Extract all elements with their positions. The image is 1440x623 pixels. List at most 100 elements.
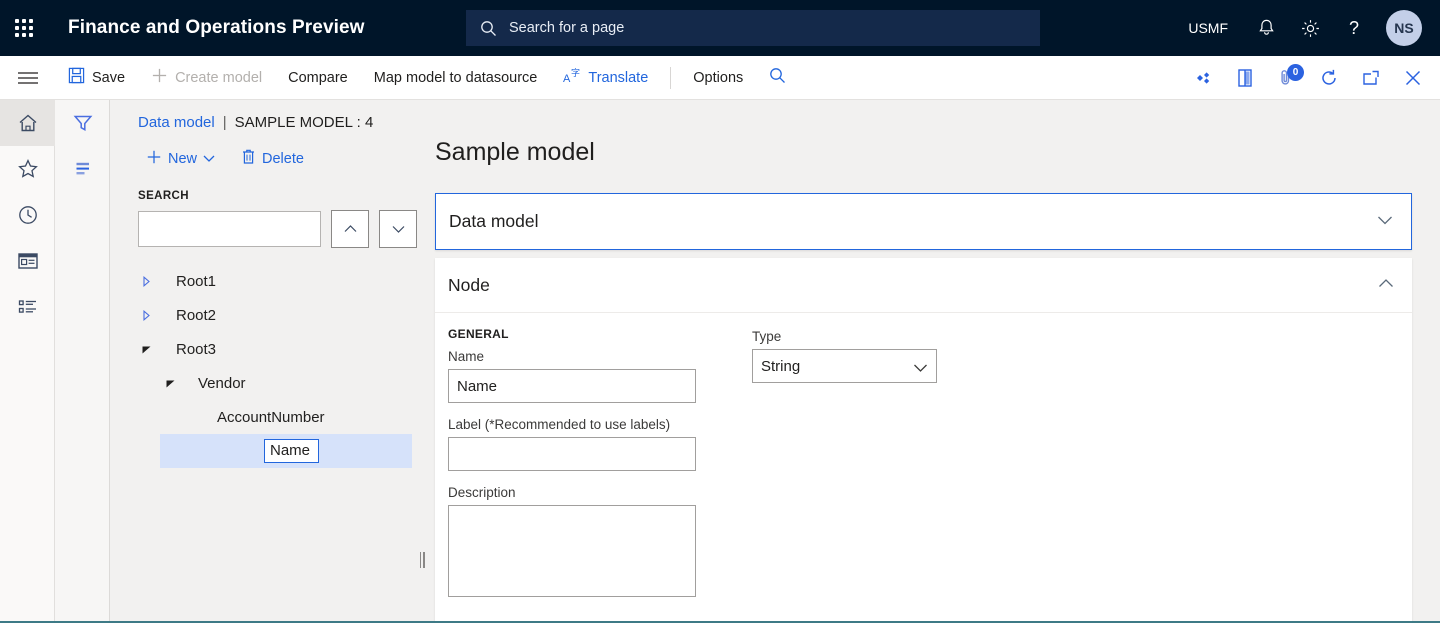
tree-row[interactable]: Root1	[110, 264, 435, 298]
label-input[interactable]	[448, 437, 696, 471]
search-section-label: SEARCH	[110, 174, 435, 202]
tree-leaf-spacer	[186, 400, 202, 434]
chevron-down-icon[interactable]	[162, 366, 178, 400]
panel-resize-handle[interactable]	[417, 551, 427, 569]
fasttab-data-model-header[interactable]: Data model	[436, 194, 1411, 249]
sidebar-item-workspaces[interactable]	[0, 238, 55, 284]
avatar[interactable]: NS	[1386, 10, 1422, 46]
tree-item-label: AccountNumber	[217, 409, 325, 426]
breadcrumb: Data model | SAMPLE MODEL : 4	[110, 100, 435, 131]
main-content-pane: Sample model Data model Node GE	[435, 100, 1440, 621]
close-icon[interactable]	[1392, 56, 1434, 100]
tree-row[interactable]: Vendor	[110, 366, 435, 400]
chevron-up-icon[interactable]	[1378, 276, 1394, 294]
office-icon[interactable]	[1224, 56, 1266, 100]
field-type: Type	[752, 329, 937, 383]
translate-label: Translate	[588, 70, 648, 86]
tree-item-name-editor[interactable]: Name	[264, 439, 319, 463]
breadcrumb-link-data-model[interactable]: Data model	[138, 114, 215, 131]
svg-text:?: ?	[1349, 18, 1359, 38]
gear-icon[interactable]	[1288, 0, 1332, 56]
attachments-badge: 0	[1287, 64, 1304, 81]
sidebar-item-favorites[interactable]	[0, 146, 55, 192]
fasttab-node-header[interactable]: Node	[435, 258, 1412, 313]
breadcrumb-divider: |	[223, 114, 227, 131]
sidebar-item-home[interactable]	[0, 100, 55, 146]
description-textarea[interactable]	[448, 505, 696, 597]
app-title: Finance and Operations Preview	[68, 17, 365, 39]
command-separator	[670, 67, 671, 89]
attachments-icon[interactable]: 0	[1266, 56, 1308, 100]
fasttab-title: Data model	[449, 211, 539, 232]
options-button[interactable]: Options	[680, 56, 756, 100]
tree-action-bar: New Delete	[110, 131, 435, 174]
tree-row[interactable]: AccountNumber	[110, 400, 435, 434]
left-navigation-rail	[0, 100, 55, 621]
search-input[interactable]	[138, 211, 321, 247]
node-form-right-column: Type	[752, 327, 937, 616]
field-description: Description	[448, 485, 696, 602]
chevron-down-icon	[203, 151, 215, 167]
create-model-label: Create model	[175, 70, 262, 86]
save-icon	[68, 67, 85, 88]
delete-label: Delete	[262, 151, 304, 167]
tree-search-row	[110, 202, 435, 248]
chevron-right-icon[interactable]	[138, 298, 154, 332]
help-icon[interactable]: ?	[1332, 0, 1376, 56]
filter-funnel-icon[interactable]	[55, 100, 110, 146]
plus-icon	[151, 67, 168, 88]
search-icon	[769, 67, 786, 88]
field-name: Name	[448, 349, 696, 403]
command-search-button[interactable]	[756, 56, 799, 100]
type-select[interactable]	[752, 349, 937, 383]
company-selector[interactable]: USMF	[1172, 20, 1244, 36]
top-nav-right-controls: USMF ? NS	[1172, 0, 1440, 56]
search-icon	[480, 20, 497, 37]
name-label: Name	[448, 349, 696, 364]
open-in-new-window-icon[interactable]	[1350, 56, 1392, 100]
tree-row[interactable]: Root3	[110, 332, 435, 366]
create-model-button: Create model	[138, 56, 275, 100]
search-next-button[interactable]	[379, 210, 417, 248]
related-info-icon[interactable]	[1182, 56, 1224, 100]
sidebar-item-modules[interactable]	[0, 284, 55, 330]
compare-label: Compare	[288, 70, 348, 86]
options-label: Options	[693, 70, 743, 86]
name-input[interactable]	[448, 369, 696, 403]
tree-row[interactable]: Name	[160, 434, 412, 468]
field-label: Label (*Recommended to use labels)	[448, 417, 696, 471]
node-form: GENERAL Name Label (*Recommended to use …	[435, 313, 1412, 623]
map-model-label: Map model to datasource	[374, 70, 538, 86]
tree-item-label: Vendor	[198, 375, 246, 392]
translate-button[interactable]: A字 Translate	[550, 56, 661, 100]
map-model-to-datasource-button[interactable]: Map model to datasource	[361, 56, 551, 100]
top-navigation-bar: Finance and Operations Preview Search fo…	[0, 0, 1440, 56]
sort-lines-icon[interactable]	[55, 146, 110, 192]
command-bar-right-icons: 0	[1182, 56, 1434, 100]
compare-button[interactable]: Compare	[275, 56, 361, 100]
description-label: Description	[448, 485, 696, 500]
search-prev-button[interactable]	[331, 210, 369, 248]
sidebar-item-recent[interactable]	[0, 192, 55, 238]
global-search-box[interactable]: Search for a page	[466, 10, 1040, 46]
refresh-icon[interactable]	[1308, 56, 1350, 100]
fasttab-node: Node GENERAL Name Label (*Recommended to	[435, 258, 1412, 623]
chevron-down-icon[interactable]	[138, 332, 154, 366]
trash-icon	[241, 148, 256, 169]
app-root: Finance and Operations Preview Search fo…	[0, 0, 1440, 623]
fasttab-title: Node	[448, 275, 490, 296]
tree-item-label: Root1	[176, 273, 216, 290]
translate-icon: A字	[563, 67, 581, 89]
delete-button[interactable]: Delete	[231, 143, 314, 174]
bell-icon[interactable]	[1244, 0, 1288, 56]
tree-row[interactable]: Root2	[110, 298, 435, 332]
breadcrumb-current: SAMPLE MODEL : 4	[235, 114, 374, 131]
save-button[interactable]: Save	[55, 56, 138, 100]
global-search-placeholder: Search for a page	[509, 20, 624, 36]
new-button[interactable]: New	[136, 144, 225, 174]
hamburger-icon[interactable]	[0, 56, 55, 100]
chevron-down-icon[interactable]	[1377, 213, 1393, 231]
chevron-right-icon[interactable]	[138, 264, 154, 298]
app-launcher-icon[interactable]	[0, 0, 48, 56]
new-label: New	[168, 151, 197, 167]
